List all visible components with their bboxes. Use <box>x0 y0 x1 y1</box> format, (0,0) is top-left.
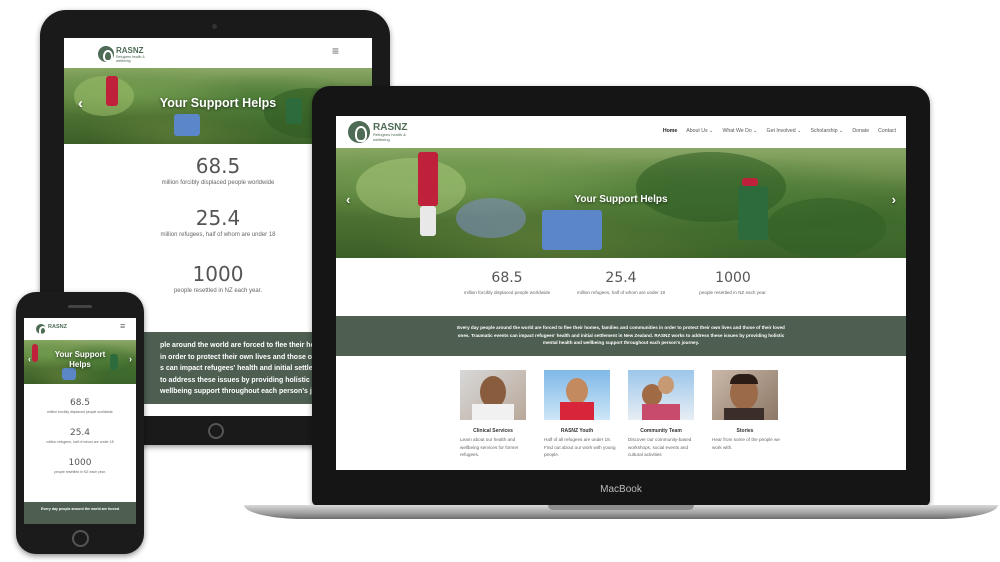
nav-item-scholarship[interactable]: Scholarship ⌄ <box>810 128 843 134</box>
stat-value: 1000 <box>68 458 92 468</box>
logo-name: RASNZ <box>48 324 67 330</box>
hero-title: Your Support Helps <box>574 194 668 205</box>
hero-banner: Your Support Helps ‹ › <box>336 148 906 258</box>
stat-value: 1000 <box>715 270 751 286</box>
stat-label: million forcibly displaced people worldw… <box>47 410 113 414</box>
laptop-notch <box>548 505 694 510</box>
menu-icon[interactable]: ≡ <box>120 321 125 331</box>
stat-label: people resettled in NZ each year. <box>54 470 106 474</box>
mission-band: Every day people around the world are fo… <box>24 502 136 524</box>
card-text: Hear from some of the people we work wit… <box>712 437 780 450</box>
laptop-device: RASNZ Refugees health & wellbeing Home A… <box>312 86 930 506</box>
logo-tagline: Refugees health & wellbeing <box>116 55 145 63</box>
person-kneeling <box>174 114 200 136</box>
card-text: Discover our community-based workshops, … <box>628 437 692 457</box>
mission-text: Every day people around the world are fo… <box>40 507 120 511</box>
carousel-next-arrow[interactable]: › <box>129 354 132 364</box>
tablet-home-button[interactable] <box>208 423 224 439</box>
laptop-brand-label: MacBook <box>600 484 642 495</box>
card-image-youth[interactable] <box>544 370 610 420</box>
carousel-prev-arrow[interactable]: ‹ <box>346 192 350 207</box>
card-image-community[interactable] <box>628 370 694 420</box>
carousel-prev-arrow[interactable]: ‹ <box>78 95 83 112</box>
stat-label: million refugees, half of whom are under… <box>576 290 666 295</box>
stat-value: 25.4 <box>69 428 91 438</box>
main-nav: Home About Us ⌄ What We Do ⌄ Get Involve… <box>663 128 896 134</box>
card-image-stories[interactable] <box>712 370 778 420</box>
card-title[interactable]: Stories <box>712 428 778 434</box>
card-text: Half of all refugees are under 18. Find … <box>544 437 616 457</box>
mission-band: Every day people around the world are fo… <box>336 316 906 356</box>
stat-value: 68.5 <box>69 398 91 408</box>
stat-value: 25.4 <box>605 270 637 286</box>
phone-screen: RASNZ ≡ Your Support Helps ‹ › 68.5 mill… <box>24 318 136 524</box>
card-text: Learn about our health and wellbeing ser… <box>460 437 519 457</box>
card-title[interactable]: Community Team <box>628 428 694 434</box>
logo-icon[interactable] <box>36 324 47 336</box>
tablet-camera <box>212 24 217 29</box>
laptop-screen: RASNZ Refugees health & wellbeing Home A… <box>336 116 906 470</box>
nav-item-donate[interactable]: Donate <box>852 128 869 134</box>
carousel-next-arrow[interactable]: › <box>892 192 896 207</box>
logo-icon[interactable] <box>348 121 370 143</box>
phone-home-button[interactable] <box>72 530 89 547</box>
nav-item-get-involved[interactable]: Get Involved ⌄ <box>767 128 802 134</box>
card-title[interactable]: Clinical Services <box>460 428 526 434</box>
person-kneeling <box>542 210 602 250</box>
mission-text: Every day people around the world are fo… <box>457 325 785 345</box>
stat-label: people resettled in NZ each year. <box>699 290 767 295</box>
person-red-cap <box>742 178 758 186</box>
logo-tagline: Refugees health & wellbeing <box>373 132 406 142</box>
stat-label: million forcibly displaced people worldw… <box>463 290 551 295</box>
nav-item-what-we-do[interactable]: What We Do ⌄ <box>722 128 757 134</box>
logo-icon[interactable] <box>98 46 114 63</box>
nav-item-contact[interactable]: Contact <box>878 128 896 134</box>
card-title[interactable]: RASNZ Youth <box>544 428 610 434</box>
hero-banner: Your Support Helps ‹ › <box>24 340 136 384</box>
person-kneeling <box>62 368 76 380</box>
phone-speaker <box>68 305 92 308</box>
nav-item-about-us[interactable]: About Us ⌄ <box>686 128 713 134</box>
phone-device: RASNZ ≡ Your Support Helps ‹ › 68.5 mill… <box>16 292 144 554</box>
logo-name: RASNZ <box>116 46 144 55</box>
hero-title-line2: Helps <box>69 360 91 369</box>
menu-icon[interactable]: ≡ <box>332 44 339 58</box>
stat-label: million refugees, half of whom are under… <box>46 440 114 444</box>
person-white-pants <box>420 206 436 236</box>
carousel-prev-arrow[interactable]: ‹ <box>28 354 31 364</box>
card-image-clinical[interactable] <box>460 370 526 420</box>
nav-item-home[interactable]: Home <box>663 128 677 134</box>
hero-title-line1: Your Support <box>54 350 106 359</box>
stat-value: 68.5 <box>491 270 523 286</box>
